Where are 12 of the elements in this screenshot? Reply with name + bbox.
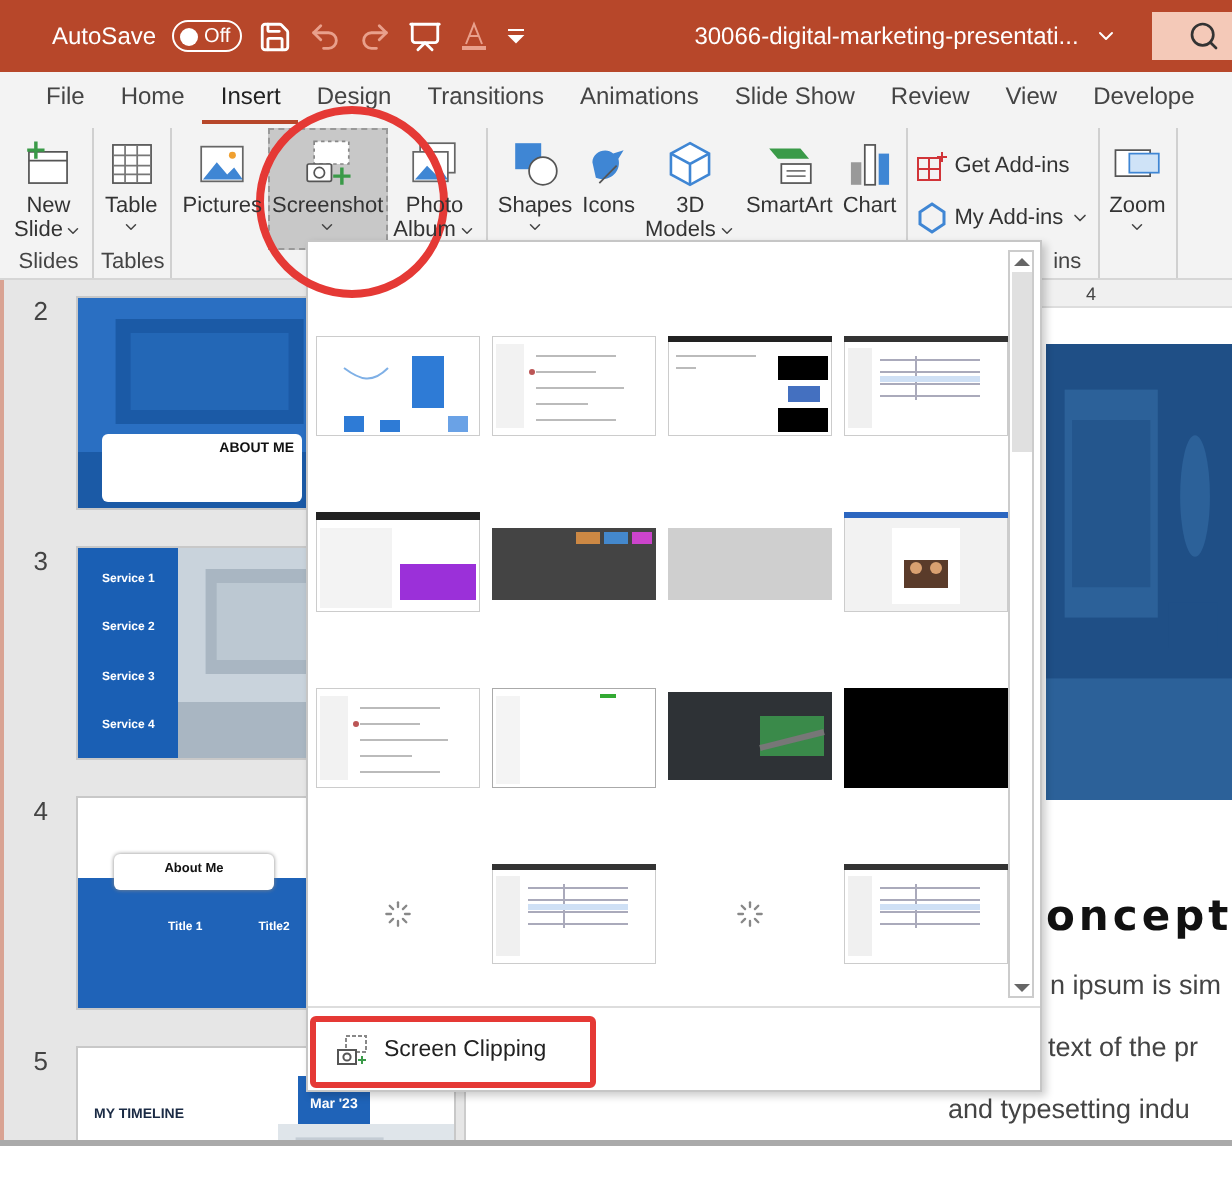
- group-label: Slides: [18, 250, 79, 278]
- body-text: text of the pr: [1048, 1030, 1201, 1064]
- group-label: ins: [1053, 250, 1082, 278]
- slide-number: 4: [31, 796, 48, 830]
- slide-heading: oncept: [1046, 892, 1232, 940]
- slide-number: 5: [31, 1046, 48, 1080]
- slide-number: 2: [31, 296, 48, 330]
- body-text: n ipsum is sim: [1050, 968, 1224, 1002]
- body-text: and typesetting indu: [948, 1092, 1192, 1126]
- autosave-label: AutoSave: [52, 22, 157, 50]
- group-label: Tables: [100, 250, 165, 278]
- slide-number: 3: [31, 546, 48, 580]
